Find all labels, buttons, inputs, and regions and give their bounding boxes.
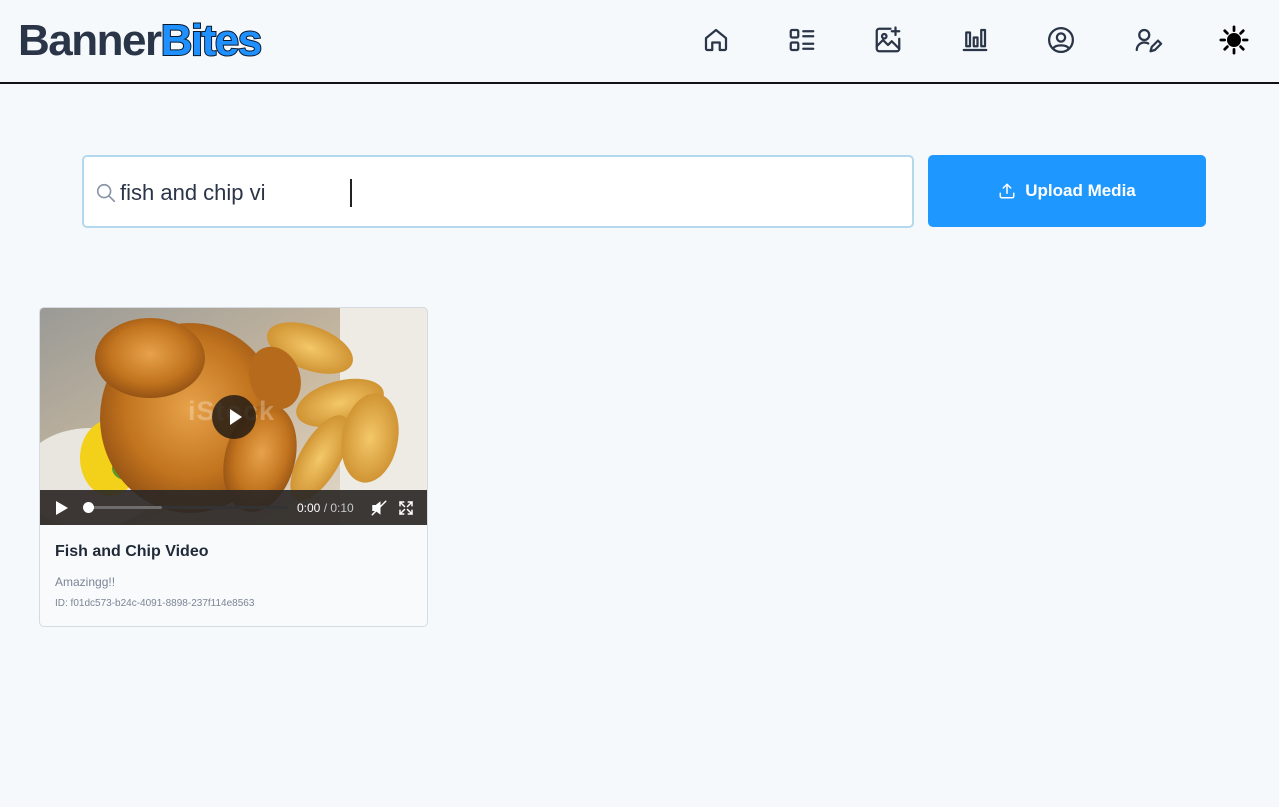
user-circle-icon bbox=[1048, 27, 1074, 53]
volume-muted-icon bbox=[371, 500, 387, 516]
duration: / 0:10 bbox=[323, 501, 354, 515]
logo-text-bites: Bites bbox=[160, 16, 264, 65]
time-display: 0:00 / 0:10 bbox=[297, 501, 354, 515]
mute-button[interactable] bbox=[370, 499, 388, 517]
bar-chart-icon bbox=[962, 28, 988, 52]
image-add-icon bbox=[875, 26, 901, 53]
current-time: 0:00 bbox=[297, 501, 321, 515]
video-play-overlay[interactable] bbox=[212, 395, 256, 439]
nav-edit-profile-button[interactable] bbox=[1132, 23, 1164, 57]
video-controls: 0:00 / 0:10 bbox=[40, 490, 427, 525]
play-icon bbox=[230, 409, 242, 425]
top-header: BannerBites bbox=[0, 0, 1279, 84]
fullscreen-icon bbox=[399, 501, 413, 515]
dashboard-list-icon bbox=[789, 28, 815, 52]
search-box[interactable] bbox=[82, 155, 914, 228]
media-title: Fish and Chip Video bbox=[55, 543, 209, 560]
seek-bar[interactable] bbox=[83, 502, 288, 513]
upload-icon bbox=[999, 183, 1015, 199]
media-description: Amazingg!! bbox=[55, 575, 116, 589]
search-icon bbox=[95, 182, 117, 204]
media-id: ID: f01dc573-b24c-4091-8898-237f114e8563 bbox=[55, 598, 255, 609]
nav-analytics-button[interactable] bbox=[959, 23, 991, 57]
upload-media-label: Upload Media bbox=[1025, 181, 1136, 200]
home-icon bbox=[704, 28, 728, 52]
sun-icon bbox=[1219, 25, 1249, 55]
theme-toggle-button[interactable] bbox=[1218, 23, 1250, 57]
nav-dashboard-button[interactable] bbox=[786, 23, 818, 57]
user-edit-icon bbox=[1135, 28, 1163, 53]
seek-handle[interactable] bbox=[83, 502, 94, 513]
nav-profile-button[interactable] bbox=[1045, 23, 1077, 57]
fullscreen-button[interactable] bbox=[397, 499, 415, 517]
logo-text-banner: Banner bbox=[18, 16, 162, 65]
text-caret bbox=[350, 179, 352, 207]
upload-media-button[interactable]: Upload Media bbox=[928, 155, 1206, 227]
nav-add-image-button[interactable] bbox=[872, 23, 904, 57]
seek-bar-buffered bbox=[88, 506, 162, 509]
media-card[interactable]: iStock 0:00 / 0:10 Fish and Chip Video A… bbox=[39, 307, 428, 627]
nav-home-button[interactable] bbox=[700, 23, 732, 57]
app-logo[interactable]: BannerBites bbox=[18, 16, 264, 65]
video-player[interactable]: iStock 0:00 / 0:10 bbox=[40, 308, 427, 525]
search-input[interactable] bbox=[120, 175, 900, 211]
play-button[interactable] bbox=[56, 501, 68, 515]
